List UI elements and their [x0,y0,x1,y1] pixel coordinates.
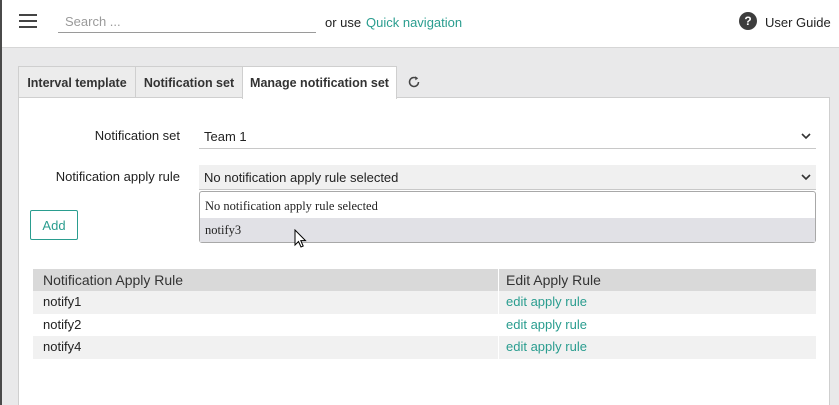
hamburger-menu-icon[interactable] [19,14,37,28]
apply-rule-value: No notification apply rule selected [204,170,399,185]
apply-rule-table: Notification Apply Rule Edit Apply Rule … [33,269,816,359]
help-circle-icon[interactable]: ? [739,12,757,30]
table-row: notify2 edit apply rule [33,313,816,337]
apply-rule-label: Notification apply rule [55,169,180,184]
quick-navigation-link[interactable]: Quick navigation [366,15,462,30]
chevron-down-icon [801,133,811,140]
edit-apply-rule-link[interactable]: edit apply rule [499,336,816,359]
tab-notification-set[interactable]: Notification set [135,66,243,98]
dropdown-option[interactable]: No notification apply rule selected [200,194,815,218]
column-header: Edit Apply Rule [506,272,601,288]
apply-rule-dropdown: No notification apply rule selected noti… [199,191,816,243]
table-row: notify4 edit apply rule [33,336,816,359]
column-header: Notification Apply Rule [33,269,499,291]
edit-apply-rule-link[interactable]: edit apply rule [499,291,816,314]
mouse-pointer-icon [294,229,307,248]
user-guide-link[interactable]: User Guide [765,15,831,30]
dropdown-option[interactable]: notify3 [200,218,815,242]
refresh-icon[interactable] [407,75,421,89]
edit-apply-rule-link[interactable]: edit apply rule [499,314,816,337]
window-left-border [0,0,2,405]
tab-manage-notification-set[interactable]: Manage notification set [242,66,397,99]
chevron-down-icon [801,174,811,181]
notification-set-value: Team 1 [204,129,247,144]
table-row: notify1 edit apply rule [33,291,816,314]
apply-rule-select[interactable]: No notification apply rule selected [199,165,816,190]
rule-name: notify2 [33,313,499,336]
top-header: or use Quick navigation ? User Guide [0,0,839,48]
add-button[interactable]: Add [30,210,78,240]
notification-set-label: Notification set [94,128,180,143]
rule-name: notify4 [33,336,499,359]
tab-interval-template[interactable]: Interval template [18,66,136,98]
notification-set-select[interactable]: Team 1 [199,124,816,149]
or-use-label: or use [325,15,362,30]
search-input[interactable] [58,11,316,33]
table-header: Notification Apply Rule Edit Apply Rule [33,269,816,291]
rule-name: notify1 [33,291,499,314]
